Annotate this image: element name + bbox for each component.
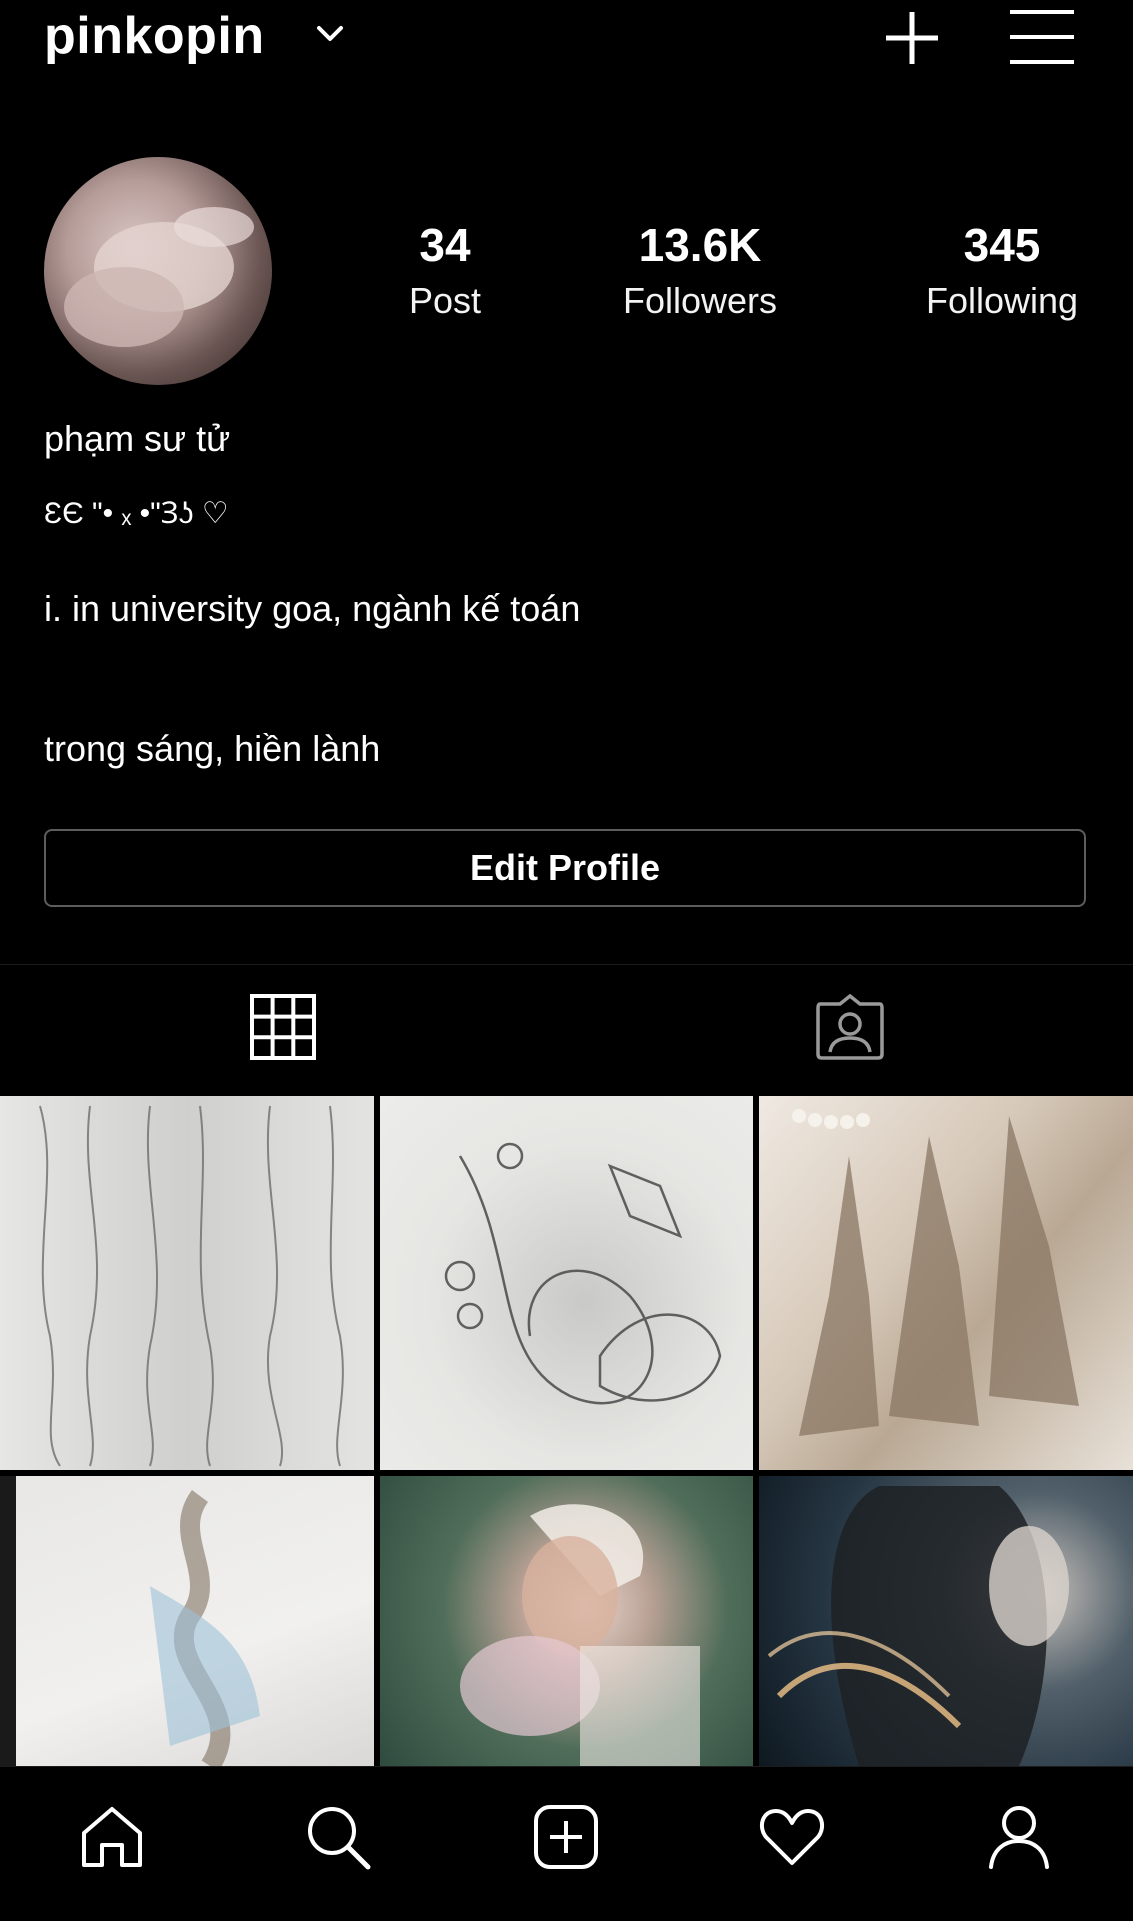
bio-kaomoji: ƐЄ "• ₓ •"Ɜʖ ♡ [44,497,229,530]
profile-icon[interactable] [985,1803,1053,1871]
divider [0,964,1133,965]
bottom-nav [0,1766,1133,1921]
avatar-photo [64,207,254,347]
stat-following[interactable]: 345 Following [902,218,1102,322]
grid-icon[interactable] [250,994,316,1060]
post-image-fashion-illustrations [792,1109,1079,1436]
post-thumbnail[interactable] [0,1476,374,1766]
bio-line-1: i. in university goa, ngành kế toán [44,588,581,629]
post-thumbnail[interactable] [759,1476,1133,1766]
post-thumbnail[interactable] [0,1096,374,1470]
post-image-sketch-dresses [39,1105,344,1467]
search-icon[interactable] [304,1803,372,1871]
post-thumbnail[interactable] [380,1096,753,1470]
display-name: phạm sư tử [44,418,231,459]
followers-label: Followers [622,280,778,321]
plus-icon[interactable] [884,10,940,66]
following-label: Following [925,280,1079,321]
username-title[interactable]: pinkopin [44,6,265,66]
stat-posts[interactable]: 34 Post [380,218,510,322]
add-post-icon[interactable] [532,1803,600,1871]
post-image-watercolor-sketch [0,1476,260,1766]
stat-followers[interactable]: 13.6K Followers [594,218,806,322]
following-count: 345 [963,219,1041,271]
posts-label: Post [408,280,482,321]
post-image-painting-girl [460,1504,700,1766]
tagged-person-icon[interactable] [816,994,884,1060]
bio-line-2: trong sáng, hiền lành [44,728,381,769]
menu-icon[interactable] [1010,8,1074,66]
post-image-whale-sketch [444,1142,722,1405]
heart-icon[interactable] [758,1803,826,1871]
followers-count: 13.6K [638,219,762,271]
post-image-portrait-hair [767,1486,1069,1766]
avatar[interactable] [44,157,272,385]
post-thumbnail[interactable] [380,1476,753,1766]
home-icon[interactable] [78,1803,146,1871]
edit-profile-button[interactable]: Edit Profile [44,829,1086,907]
post-thumbnail[interactable] [759,1096,1133,1470]
posts-count: 34 [419,219,471,271]
chevron-down-icon[interactable] [316,22,344,46]
